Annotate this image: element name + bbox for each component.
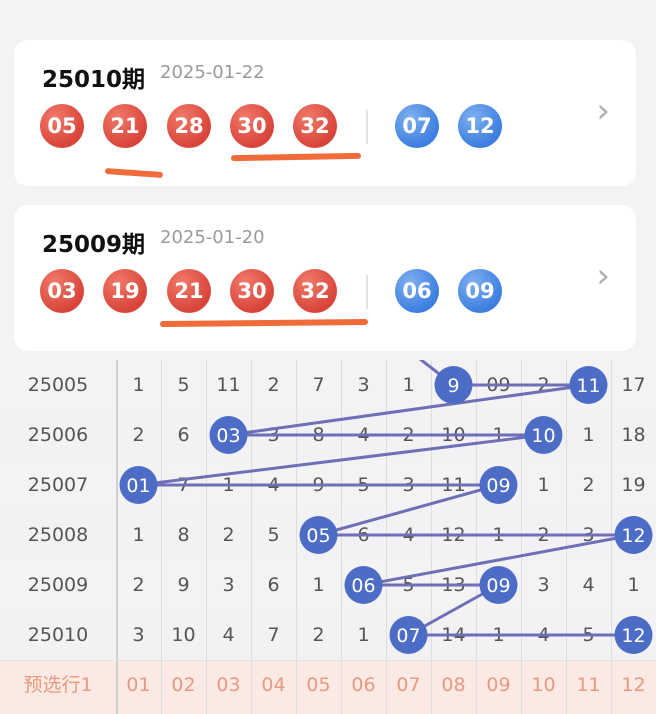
trend-dot-label: 12 (621, 625, 645, 647)
highlight-underline (104, 167, 164, 179)
draw-date: 2025-01-20 (160, 227, 265, 248)
red-ball: 32 (293, 269, 337, 313)
trend-dot-label: 9 (447, 375, 459, 397)
trend-dot-label: 10 (531, 425, 555, 447)
blue-ball: 12 (458, 104, 502, 148)
blue-ball: 09 (458, 269, 502, 313)
trend-dot-label: 09 (486, 475, 510, 497)
trend-dot: 09 (479, 566, 518, 604)
draw-card-25009[interactable]: 25009期 2025-01-20 03 19 21 30 32 06 09 › (14, 205, 636, 351)
red-ball: 03 (40, 269, 84, 313)
ball-separator (366, 275, 368, 309)
red-ball: 21 (103, 104, 147, 148)
trend-dot: 12 (614, 516, 653, 554)
red-ball: 30 (230, 269, 274, 313)
trend-dot-label: 12 (621, 525, 645, 547)
draw-card-25010[interactable]: 25010期 2025-01-22 05 21 28 30 32 07 12 › (14, 40, 636, 186)
draw-issue-title: 25010期 (42, 67, 146, 93)
draw-date: 2025-01-22 (160, 62, 265, 83)
trend-dot-label: 01 (126, 475, 150, 497)
red-ball: 30 (230, 104, 274, 148)
trend-dot: 11 (569, 366, 608, 404)
trend-dot: 03 (209, 416, 248, 454)
red-ball: 21 (167, 269, 211, 313)
trend-overlay: 9 11 03 10 01 09 05 12 06 09 07 12 (119, 360, 653, 654)
trend-dot: 9 (434, 366, 473, 404)
red-ball: 19 (103, 269, 147, 313)
blue-ball: 06 (395, 269, 439, 313)
highlight-underline (230, 152, 362, 162)
trend-dot-label: 06 (351, 575, 375, 597)
trend-dot: 07 (389, 616, 428, 654)
trend-table: 25005 1 5 11 2 7 3 1 9 09 2 11 17 25006 … (0, 360, 656, 714)
blue-ball: 07 (395, 104, 439, 148)
trend-dot-label: 09 (486, 575, 510, 597)
highlight-underline (159, 318, 369, 328)
trend-dot-label: 07 (396, 625, 420, 647)
red-ball: 32 (293, 104, 337, 148)
ball-separator (366, 110, 368, 144)
trend-dot: 01 (119, 466, 158, 504)
chevron-right-icon[interactable]: › (596, 94, 610, 128)
trend-dot: 12 (614, 616, 653, 654)
trend-line-segment (318, 483, 499, 537)
trend-dot-label: 11 (576, 375, 600, 397)
trend-dot: 05 (299, 516, 338, 554)
trend-dot: 10 (524, 416, 563, 454)
chevron-right-icon[interactable]: › (596, 259, 610, 293)
trend-dot: 06 (344, 566, 383, 604)
trend-dot: 09 (479, 466, 518, 504)
trend-dot-label: 05 (306, 525, 330, 547)
red-ball: 28 (167, 104, 211, 148)
red-ball: 05 (40, 104, 84, 148)
draw-issue-title: 25009期 (42, 232, 146, 258)
trend-dot-label: 03 (216, 425, 240, 447)
